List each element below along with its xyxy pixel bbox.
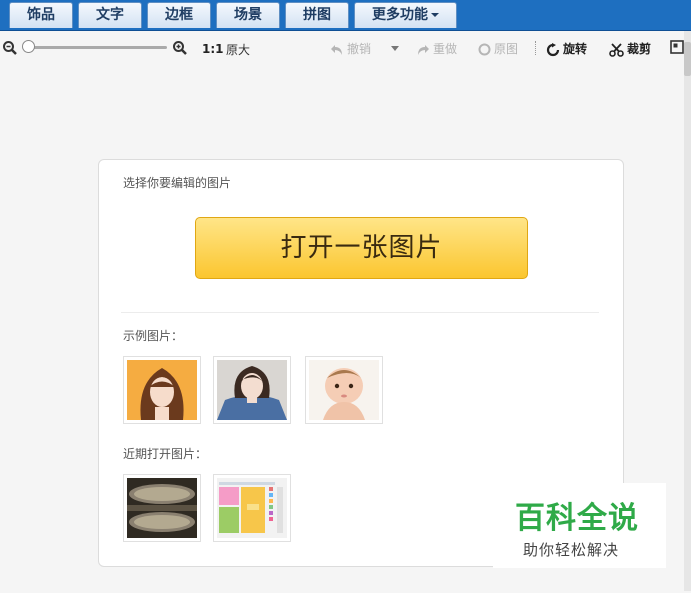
zoom-in-icon[interactable] bbox=[172, 40, 188, 60]
tab-label: 饰品 bbox=[27, 7, 55, 23]
section-divider bbox=[121, 312, 599, 313]
sample-image-girl-bangs[interactable] bbox=[123, 356, 201, 424]
redo-label: 重做 bbox=[433, 42, 458, 56]
crop-label: 裁剪 bbox=[627, 42, 652, 56]
sample-photo bbox=[309, 360, 379, 420]
zoom-slider-handle[interactable] bbox=[22, 40, 35, 53]
recent-images-label: 近期打开图片： bbox=[123, 447, 208, 461]
open-image-button[interactable]: 打开一张图片 bbox=[195, 217, 528, 279]
crop-button[interactable]: 裁剪 bbox=[609, 41, 651, 57]
undo-icon bbox=[331, 44, 342, 55]
chevron-down-icon bbox=[391, 46, 399, 51]
sample-images-label: 示例图片： bbox=[123, 329, 184, 343]
tab-label: 拼图 bbox=[303, 7, 331, 23]
sample-image-girl-denim[interactable] bbox=[213, 356, 291, 424]
vertical-scrollbar[interactable] bbox=[684, 31, 691, 591]
zoom-level: 1:1 bbox=[202, 42, 224, 56]
tab-label: 边框 bbox=[165, 7, 193, 23]
chevron-down-icon bbox=[431, 13, 439, 17]
top-tab-bar: 饰品 文字 边框 场景 拼图 更多功能 bbox=[0, 0, 691, 31]
tab-label: 场景 bbox=[234, 7, 262, 23]
recent-photo bbox=[217, 478, 287, 538]
undo-button[interactable]: 撤销 bbox=[330, 41, 371, 57]
scrollbar-thumb[interactable] bbox=[684, 42, 691, 76]
tab-collage[interactable]: 拼图 bbox=[285, 2, 349, 28]
undo-dropdown[interactable] bbox=[390, 41, 400, 57]
rotate-icon bbox=[546, 42, 560, 56]
tab-accessories[interactable]: 饰品 bbox=[9, 2, 73, 28]
watermark-badge: 百科全说 助你轻松解决 bbox=[493, 483, 666, 568]
scissors-icon bbox=[609, 42, 624, 57]
zoom-out-icon[interactable] bbox=[2, 40, 18, 60]
tab-label: 文字 bbox=[96, 7, 124, 23]
tab-border[interactable]: 边框 bbox=[147, 2, 211, 28]
recent-photo bbox=[127, 478, 197, 538]
toolbar-divider bbox=[535, 41, 537, 55]
zoom-slider-track[interactable] bbox=[30, 46, 167, 49]
redo-button[interactable]: 重做 bbox=[416, 41, 457, 57]
circle-icon bbox=[478, 43, 491, 56]
recent-image-coins[interactable] bbox=[123, 474, 201, 542]
undo-label: 撤销 bbox=[347, 42, 372, 56]
tab-text[interactable]: 文字 bbox=[78, 2, 142, 28]
tab-scene[interactable]: 场景 bbox=[216, 2, 280, 28]
fullscreen-icon[interactable] bbox=[670, 40, 684, 58]
original-size-button[interactable]: 原大 bbox=[226, 42, 250, 58]
sample-photo bbox=[217, 360, 287, 420]
sample-photo bbox=[127, 360, 197, 420]
original-image-button[interactable]: 原图 bbox=[478, 41, 518, 57]
tab-label: 更多功能 bbox=[372, 7, 428, 23]
recent-image-collage[interactable] bbox=[213, 474, 291, 542]
rotate-button[interactable]: 旋转 bbox=[546, 41, 587, 57]
watermark-subtitle: 助你轻松解决 bbox=[523, 541, 620, 559]
original-image-label: 原图 bbox=[494, 42, 519, 56]
watermark-title: 百科全说 bbox=[515, 501, 639, 536]
rotate-label: 旋转 bbox=[563, 42, 588, 56]
redo-icon bbox=[418, 44, 429, 55]
select-image-label: 选择你要编辑的图片 bbox=[123, 176, 232, 190]
tab-more-features[interactable]: 更多功能 bbox=[354, 2, 457, 28]
sample-image-baby[interactable] bbox=[305, 356, 383, 424]
